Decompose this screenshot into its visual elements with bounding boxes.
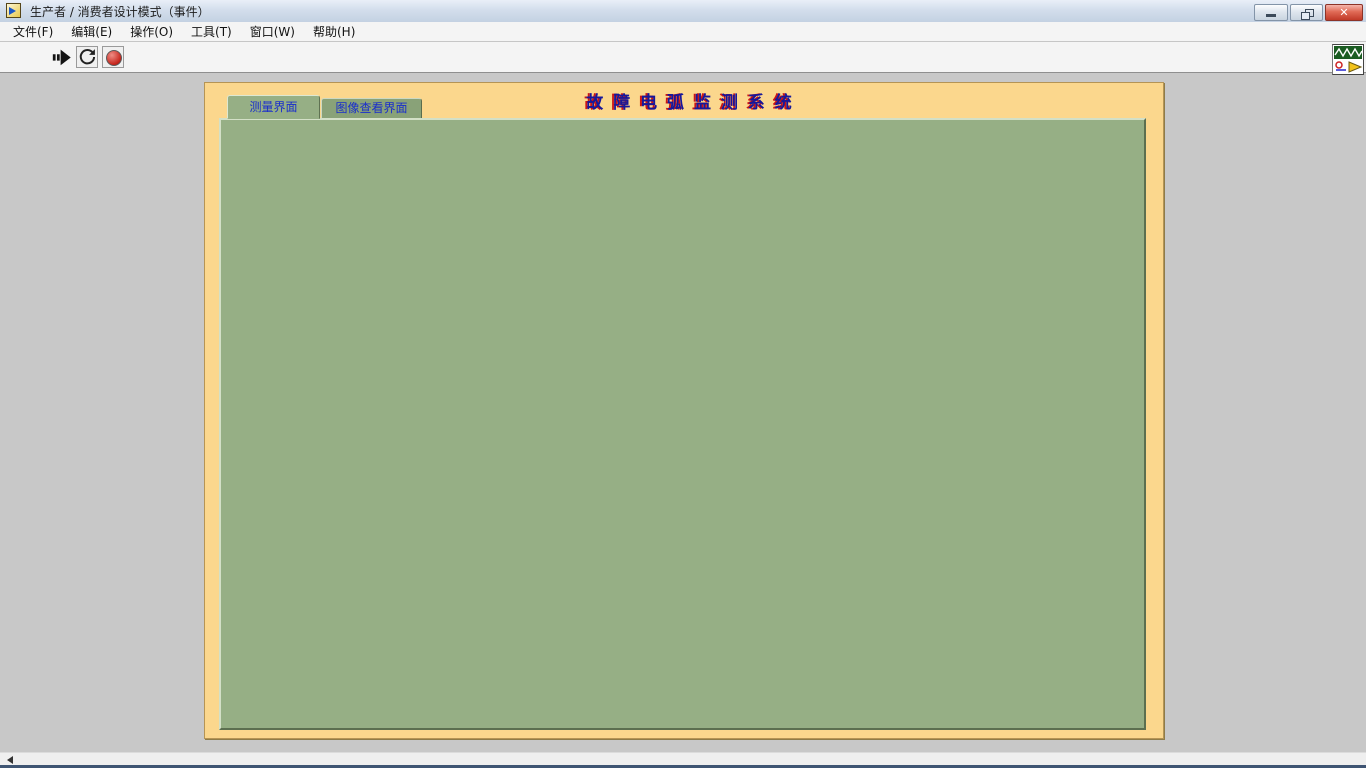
close-button[interactable]: ✕ [1325,4,1363,21]
menu-item-0[interactable]: 文件(F) [4,21,62,42]
window-title: 生产者 / 消费者设计模式（事件） [30,3,210,20]
tab-page [219,118,1146,730]
menubar: 文件(F)编辑(E)操作(O)工具(T)窗口(W)帮助(H) [0,22,1366,42]
run-button[interactable] [51,46,73,68]
minimize-button[interactable] [1254,4,1288,21]
menu-item-5[interactable]: 帮助(H) [304,21,364,42]
horizontal-scrollbar[interactable] [0,752,1366,766]
vi-icon-graphic [1333,45,1363,74]
toolbar [0,42,1366,73]
page-title: 故 障 电 弧 监 测 系 统 [520,88,860,113]
abort-icon [106,50,122,66]
run-continuous-icon [77,47,97,67]
scroll-left-icon [7,756,13,764]
app-icon [6,3,21,18]
restore-button[interactable] [1290,4,1323,21]
menu-item-3[interactable]: 工具(T) [182,21,241,42]
tab-measurement[interactable]: 测量界面 [227,95,320,119]
minimize-icon [1266,14,1276,17]
tab-image-view[interactable]: 图像查看界面 [321,98,422,119]
titlebar: 生产者 / 消费者设计模式（事件） ✕ [0,0,1366,23]
abort-button[interactable] [102,46,124,68]
run-continuous-button[interactable] [76,46,98,68]
menu-item-4[interactable]: 窗口(W) [241,21,304,42]
menu-item-1[interactable]: 编辑(E) [62,21,121,42]
labview-window: 生产者 / 消费者设计模式（事件） ✕ 文件(F)编辑(E)操作(O)工具(T)… [0,0,1366,768]
run-icon [51,46,73,68]
vi-icon[interactable] [1332,44,1364,75]
menu-item-2[interactable]: 操作(O) [121,21,182,42]
